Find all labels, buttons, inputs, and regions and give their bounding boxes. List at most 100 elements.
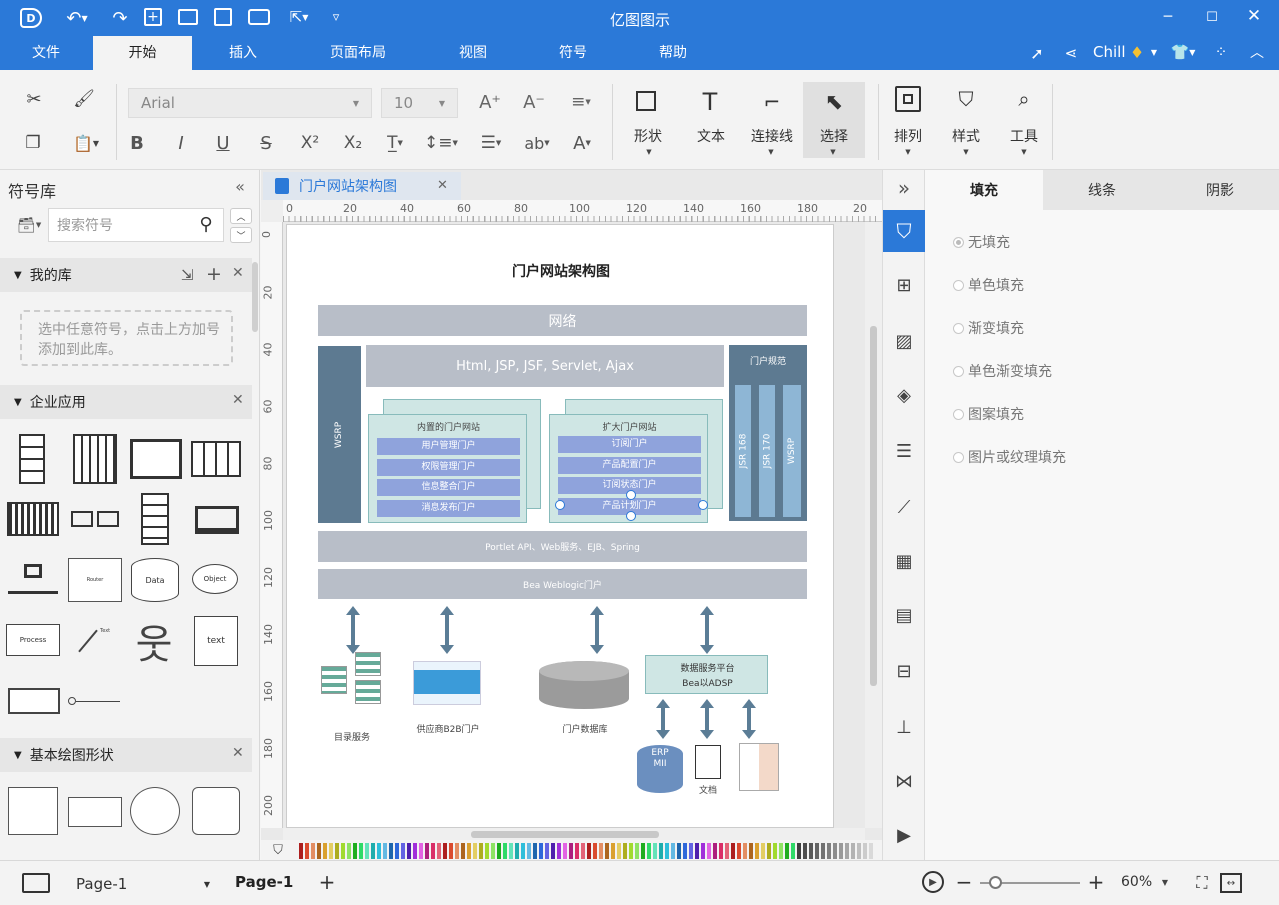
copy-icon[interactable]: ❐ bbox=[22, 132, 44, 154]
color-swatch[interactable] bbox=[653, 843, 657, 859]
color-swatch[interactable] bbox=[569, 843, 573, 859]
increase-font-icon[interactable]: A⁺ bbox=[478, 90, 502, 114]
color-swatch[interactable] bbox=[299, 843, 303, 859]
apps-icon[interactable]: ⁘ bbox=[1210, 42, 1232, 62]
portal-spec-block[interactable]: 门户规范 JSR 168 JSR 170 WSRP bbox=[729, 345, 807, 521]
mindmap-panel-icon[interactable]: ⋈ bbox=[893, 770, 915, 792]
jsr170-bar[interactable]: JSR 170 bbox=[759, 385, 775, 517]
color-swatch[interactable] bbox=[371, 843, 375, 859]
wsrp-right-bar[interactable]: WSRP bbox=[783, 385, 801, 517]
supplier-portal-image[interactable] bbox=[413, 661, 481, 705]
color-swatch[interactable] bbox=[773, 843, 777, 859]
blade-servers-shape[interactable] bbox=[6, 496, 60, 542]
color-swatch[interactable] bbox=[683, 843, 687, 859]
fit-width-icon[interactable]: ↔ bbox=[1220, 873, 1242, 893]
network-bar[interactable]: 网络 bbox=[318, 305, 807, 336]
shape-tool-label[interactable]: 形状 bbox=[623, 126, 673, 146]
color-swatch[interactable] bbox=[737, 843, 741, 859]
color-swatch[interactable] bbox=[659, 843, 663, 859]
tab-shadow[interactable]: 阴影 bbox=[1161, 170, 1279, 210]
subscript-icon[interactable]: X₂ bbox=[340, 132, 366, 154]
text-document-shape[interactable]: text bbox=[194, 616, 238, 666]
search-icon[interactable]: ⚲ bbox=[194, 212, 218, 236]
arrange-icon[interactable] bbox=[895, 86, 921, 112]
color-swatch[interactable] bbox=[677, 843, 681, 859]
double-arrow[interactable] bbox=[440, 606, 454, 654]
text-tool-label[interactable]: 文本 bbox=[686, 126, 736, 146]
color-swatch[interactable] bbox=[317, 843, 321, 859]
bullet-list-icon[interactable]: ☰ ▼ bbox=[472, 132, 510, 154]
double-arrow[interactable] bbox=[656, 699, 670, 739]
color-swatch[interactable] bbox=[833, 843, 837, 859]
color-swatch[interactable] bbox=[827, 843, 831, 859]
color-swatch[interactable] bbox=[689, 843, 693, 859]
style-label[interactable]: 样式 bbox=[941, 126, 991, 146]
color-swatch[interactable] bbox=[761, 843, 765, 859]
close-section-icon[interactable]: ✕ bbox=[232, 392, 244, 408]
chevron-down-icon[interactable]: ▼ bbox=[1020, 148, 1028, 156]
double-arrow[interactable] bbox=[700, 699, 714, 739]
strikethrough-icon[interactable]: S bbox=[255, 132, 277, 154]
database-shape[interactable]: Data bbox=[130, 556, 180, 604]
page-select[interactable]: Page-1 ▼ bbox=[76, 873, 210, 895]
scroll-down-icon[interactable]: ﹀ bbox=[230, 227, 252, 243]
add-icon[interactable]: + bbox=[206, 263, 222, 285]
report-image[interactable] bbox=[739, 743, 779, 791]
component-shape[interactable] bbox=[8, 688, 60, 714]
color-swatch[interactable] bbox=[593, 843, 597, 859]
fit-page-icon[interactable]: ⛶ bbox=[1192, 873, 1212, 893]
close-icon[interactable]: ✕ bbox=[1246, 6, 1262, 26]
menu-insert[interactable]: 插入 bbox=[206, 36, 280, 70]
panel-scrollbar[interactable] bbox=[252, 262, 258, 332]
basic-shapes-header[interactable]: ▼ 基本绘图形状 ✕ bbox=[0, 738, 252, 772]
color-swatch[interactable] bbox=[377, 843, 381, 859]
color-swatch[interactable] bbox=[401, 843, 405, 859]
vertical-scrollbar[interactable] bbox=[865, 222, 882, 828]
new-file-icon[interactable]: + bbox=[144, 8, 162, 26]
export-icon[interactable]: ⇱ ▼ bbox=[284, 8, 314, 26]
chevron-down-icon[interactable]: ▼ bbox=[645, 148, 653, 156]
process-shape[interactable]: Process bbox=[6, 624, 60, 656]
grid-panel-icon[interactable]: ⊞ bbox=[893, 274, 915, 296]
close-section-icon[interactable]: ✕ bbox=[232, 265, 244, 281]
color-swatch[interactable] bbox=[353, 843, 357, 859]
chevron-down-icon[interactable]: ▼ bbox=[904, 148, 912, 156]
storage-array-shape[interactable] bbox=[190, 432, 242, 486]
option-picture-fill[interactable]: 图片或纹理填充 bbox=[953, 447, 1066, 467]
minimize-icon[interactable]: ─ bbox=[1160, 8, 1176, 26]
color-swatch[interactable] bbox=[599, 843, 603, 859]
text-case-icon[interactable]: ab ▼ bbox=[518, 132, 556, 154]
color-swatch[interactable] bbox=[383, 843, 387, 859]
color-swatch[interactable] bbox=[437, 843, 441, 859]
chart-panel-icon[interactable]: ⟋ bbox=[893, 496, 915, 518]
option-no-fill[interactable]: 无填充 bbox=[953, 232, 1010, 252]
html-tech-bar[interactable]: Html, JSP, JSF, Servlet, Ajax bbox=[366, 345, 724, 387]
menu-file[interactable]: 文件 bbox=[14, 36, 78, 70]
color-swatch[interactable] bbox=[341, 843, 345, 859]
share-icon[interactable]: ⋖ bbox=[1060, 43, 1082, 63]
selection-handle[interactable] bbox=[626, 490, 636, 500]
portal-database-cylinder[interactable] bbox=[539, 661, 629, 709]
option-solid-fill[interactable]: 单色填充 bbox=[953, 275, 1024, 295]
zoom-out-icon[interactable]: − bbox=[956, 870, 973, 894]
color-swatch[interactable] bbox=[869, 843, 873, 859]
zoom-level[interactable]: 60% bbox=[1121, 874, 1152, 890]
color-swatch[interactable] bbox=[785, 843, 789, 859]
inner-item-info[interactable]: 信息整合门户 bbox=[377, 479, 520, 496]
color-swatch[interactable] bbox=[407, 843, 411, 859]
color-swatch[interactable] bbox=[725, 843, 729, 859]
ext-item-subscribe[interactable]: 订阅门户 bbox=[558, 436, 701, 453]
underline-icon[interactable]: U bbox=[212, 132, 234, 154]
color-swatch[interactable] bbox=[743, 843, 747, 859]
menu-view[interactable]: 视图 bbox=[440, 36, 506, 70]
zoom-dropdown-icon[interactable]: ▼ bbox=[1160, 877, 1170, 887]
paste-icon[interactable]: 📋 ▼ bbox=[68, 132, 104, 154]
color-swatch[interactable] bbox=[641, 843, 645, 859]
page-panel-icon[interactable]: ☰ bbox=[893, 440, 915, 462]
color-swatch[interactable] bbox=[335, 843, 339, 859]
connector-tool-icon[interactable]: ⌐ bbox=[758, 88, 786, 116]
tools-icon[interactable]: ⌕ bbox=[1011, 86, 1037, 112]
ext-portal-card[interactable]: 扩大门户网站 订阅门户 产品配置门户 订阅状态门户 产品计划门户 bbox=[549, 414, 708, 523]
color-swatch[interactable] bbox=[527, 843, 531, 859]
font-family-select[interactable]: Arial ▼ bbox=[128, 88, 372, 118]
